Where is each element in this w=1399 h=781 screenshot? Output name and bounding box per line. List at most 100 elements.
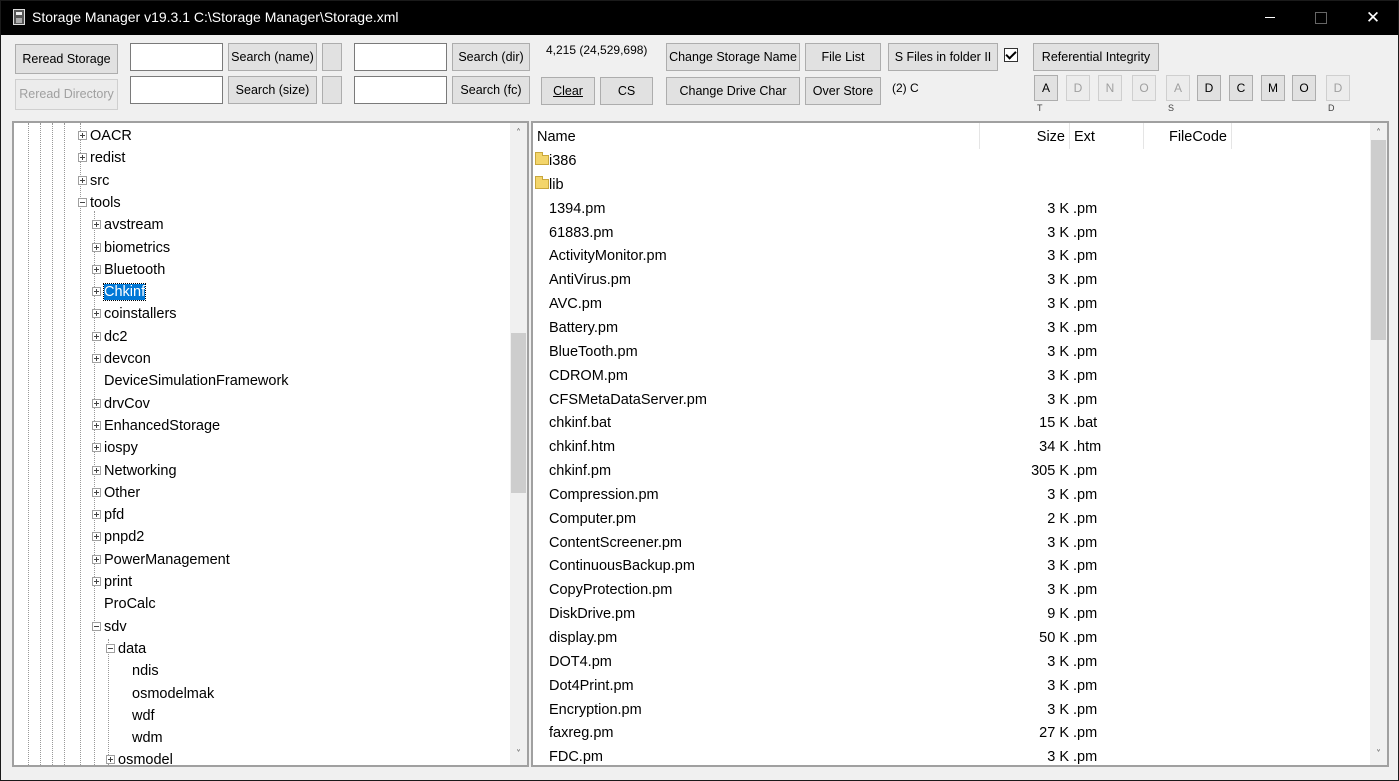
expand-icon[interactable] <box>92 465 101 475</box>
expand-icon[interactable] <box>92 331 101 341</box>
tree-node[interactable]: Bluetooth <box>104 259 165 281</box>
expand-icon[interactable] <box>78 153 87 163</box>
search-fc-input[interactable] <box>354 76 447 104</box>
expand-icon[interactable] <box>92 577 101 586</box>
expand-icon[interactable] <box>92 220 101 230</box>
expand-icon[interactable] <box>106 755 115 765</box>
expand-icon[interactable] <box>92 554 101 564</box>
expand-icon[interactable] <box>92 532 101 542</box>
expand-icon[interactable] <box>92 287 101 297</box>
file-row[interactable]: AVC.pm 3 K .pm <box>533 292 1373 316</box>
close-icon[interactable]: ✕ <box>1350 1 1396 35</box>
search-size-option-button[interactable] <box>322 76 342 104</box>
tree-scroll-up-icon[interactable]: ˄ <box>510 125 527 142</box>
tree-node[interactable]: EnhancedStorage <box>104 415 220 437</box>
expand-icon[interactable] <box>92 443 101 453</box>
file-row[interactable]: 61883.pm 3 K .pm <box>533 221 1373 245</box>
tree-node[interactable]: data <box>118 638 146 660</box>
filter-button-8[interactable]: M <box>1261 75 1285 101</box>
tree-node[interactable]: tools <box>90 192 121 214</box>
expand-icon[interactable] <box>78 175 87 185</box>
file-row[interactable]: 1394.pm 3 K .pm <box>533 197 1373 221</box>
search-name-button[interactable]: Search (name) <box>228 43 317 71</box>
change-drive-char-button[interactable]: Change Drive Char <box>666 77 800 105</box>
tree-node[interactable]: sdv <box>104 616 127 638</box>
file-row[interactable]: chkinf.pm 305 K .pm <box>533 459 1373 483</box>
search-name-option-button[interactable] <box>322 43 342 71</box>
tree-node[interactable]: DeviceSimulationFramework <box>104 370 289 392</box>
tree-node[interactable]: PowerManagement <box>104 549 230 571</box>
tree-node[interactable]: coinstallers <box>104 303 177 325</box>
file-list-button[interactable]: File List <box>805 43 881 71</box>
filter-button-5[interactable]: A <box>1166 75 1190 101</box>
list-scroll-down-icon[interactable]: ˅ <box>1370 746 1387 763</box>
tree-node[interactable]: pnpd2 <box>104 526 144 548</box>
reread-storage-button[interactable]: Reread Storage <box>15 44 118 74</box>
tree-node[interactable]: redist <box>90 147 125 169</box>
tree-node[interactable]: avstream <box>104 214 164 236</box>
tree-node[interactable]: pfd <box>104 504 124 526</box>
expand-icon[interactable] <box>92 309 101 319</box>
file-row[interactable]: chkinf.bat 15 K .bat <box>533 411 1373 435</box>
reread-directory-button[interactable]: Reread Directory <box>15 79 118 110</box>
s-files-in-folder-button[interactable]: S Files in folder II <box>888 43 998 71</box>
file-row[interactable]: Compression.pm 3 K .pm <box>533 483 1373 507</box>
list-scroll-thumb[interactable] <box>1371 140 1386 340</box>
title-bar[interactable]: Storage Manager v19.3.1 C:\Storage Manag… <box>1 1 1398 35</box>
s-files-checkbox[interactable] <box>1004 48 1018 62</box>
file-row[interactable]: AntiVirus.pm 3 K .pm <box>533 268 1373 292</box>
search-name-input[interactable] <box>130 43 223 71</box>
file-row[interactable]: ActivityMonitor.pm 3 K .pm <box>533 244 1373 268</box>
expand-icon[interactable] <box>92 242 101 252</box>
filter-button-1[interactable]: A <box>1034 75 1058 101</box>
tree-scroll-down-icon[interactable]: ˅ <box>510 746 527 763</box>
column-header-ext[interactable]: Ext <box>1070 123 1144 149</box>
maximize-icon[interactable] <box>1297 1 1343 35</box>
tree-node[interactable]: drvCov <box>104 393 150 415</box>
file-row[interactable]: chkinf.htm 34 K .htm <box>533 435 1373 459</box>
tree-node[interactable]: Other <box>104 482 140 504</box>
expand-icon[interactable] <box>78 131 87 140</box>
tree-node[interactable]: print <box>104 571 132 593</box>
file-row[interactable]: CopyProtection.pm 3 K .pm <box>533 578 1373 602</box>
tree-node[interactable]: OACR <box>90 125 132 147</box>
list-scrollbar[interactable]: ˄ ˅ <box>1370 123 1387 765</box>
tree-scroll-thumb[interactable] <box>511 332 526 493</box>
file-row[interactable]: display.pm 50 K .pm <box>533 626 1373 650</box>
file-row[interactable]: CDROM.pm 3 K .pm <box>533 364 1373 388</box>
tree-node[interactable]: osmodel <box>118 749 173 765</box>
filter-button-6[interactable]: D <box>1197 75 1221 101</box>
collapse-icon[interactable] <box>92 621 101 631</box>
tree-node[interactable]: wdf <box>132 705 155 727</box>
expand-icon[interactable] <box>92 264 101 274</box>
search-dir-button[interactable]: Search (dir) <box>452 43 530 71</box>
tree-node[interactable]: biometrics <box>104 237 170 259</box>
collapse-icon[interactable] <box>78 197 87 207</box>
filter-button-9[interactable]: O <box>1292 75 1316 101</box>
file-row[interactable]: FDC.pm 3 K .pm <box>533 745 1373 765</box>
file-row[interactable]: i386 <box>533 149 1373 173</box>
tree-node[interactable]: devcon <box>104 348 151 370</box>
search-size-input[interactable] <box>130 76 223 104</box>
tree-node[interactable]: iospy <box>104 437 138 459</box>
column-header-name[interactable]: Name <box>533 123 980 149</box>
filter-button-10[interactable]: D <box>1326 75 1350 101</box>
file-row[interactable]: DiskDrive.pm 9 K .pm <box>533 602 1373 626</box>
file-list-view[interactable]: Name Size Ext FileCode i386 lib 1394.pm 3 K… <box>531 121 1389 767</box>
tree-node[interactable]: src <box>90 170 109 192</box>
search-size-button[interactable]: Search (size) <box>228 76 317 104</box>
search-dir-input[interactable] <box>354 43 447 71</box>
tree-scrollbar[interactable]: ˄ ˅ <box>510 123 527 765</box>
tree-node[interactable]: Networking <box>104 460 177 482</box>
cs-button[interactable]: CS <box>600 77 653 105</box>
file-row[interactable]: BlueTooth.pm 3 K .pm <box>533 340 1373 364</box>
collapse-icon[interactable] <box>106 643 115 653</box>
filter-button-7[interactable]: C <box>1229 75 1253 101</box>
file-row[interactable]: ContentScreener.pm 3 K .pm <box>533 531 1373 555</box>
over-store-button[interactable]: Over Store <box>805 77 881 105</box>
column-header-size[interactable]: Size <box>980 123 1070 149</box>
referential-integrity-button[interactable]: Referential Integrity <box>1033 43 1159 71</box>
file-row[interactable]: CFSMetaDataServer.pm 3 K .pm <box>533 388 1373 412</box>
clear-button[interactable]: Clear <box>541 77 595 105</box>
tree-node[interactable]: dc2 <box>104 326 127 348</box>
